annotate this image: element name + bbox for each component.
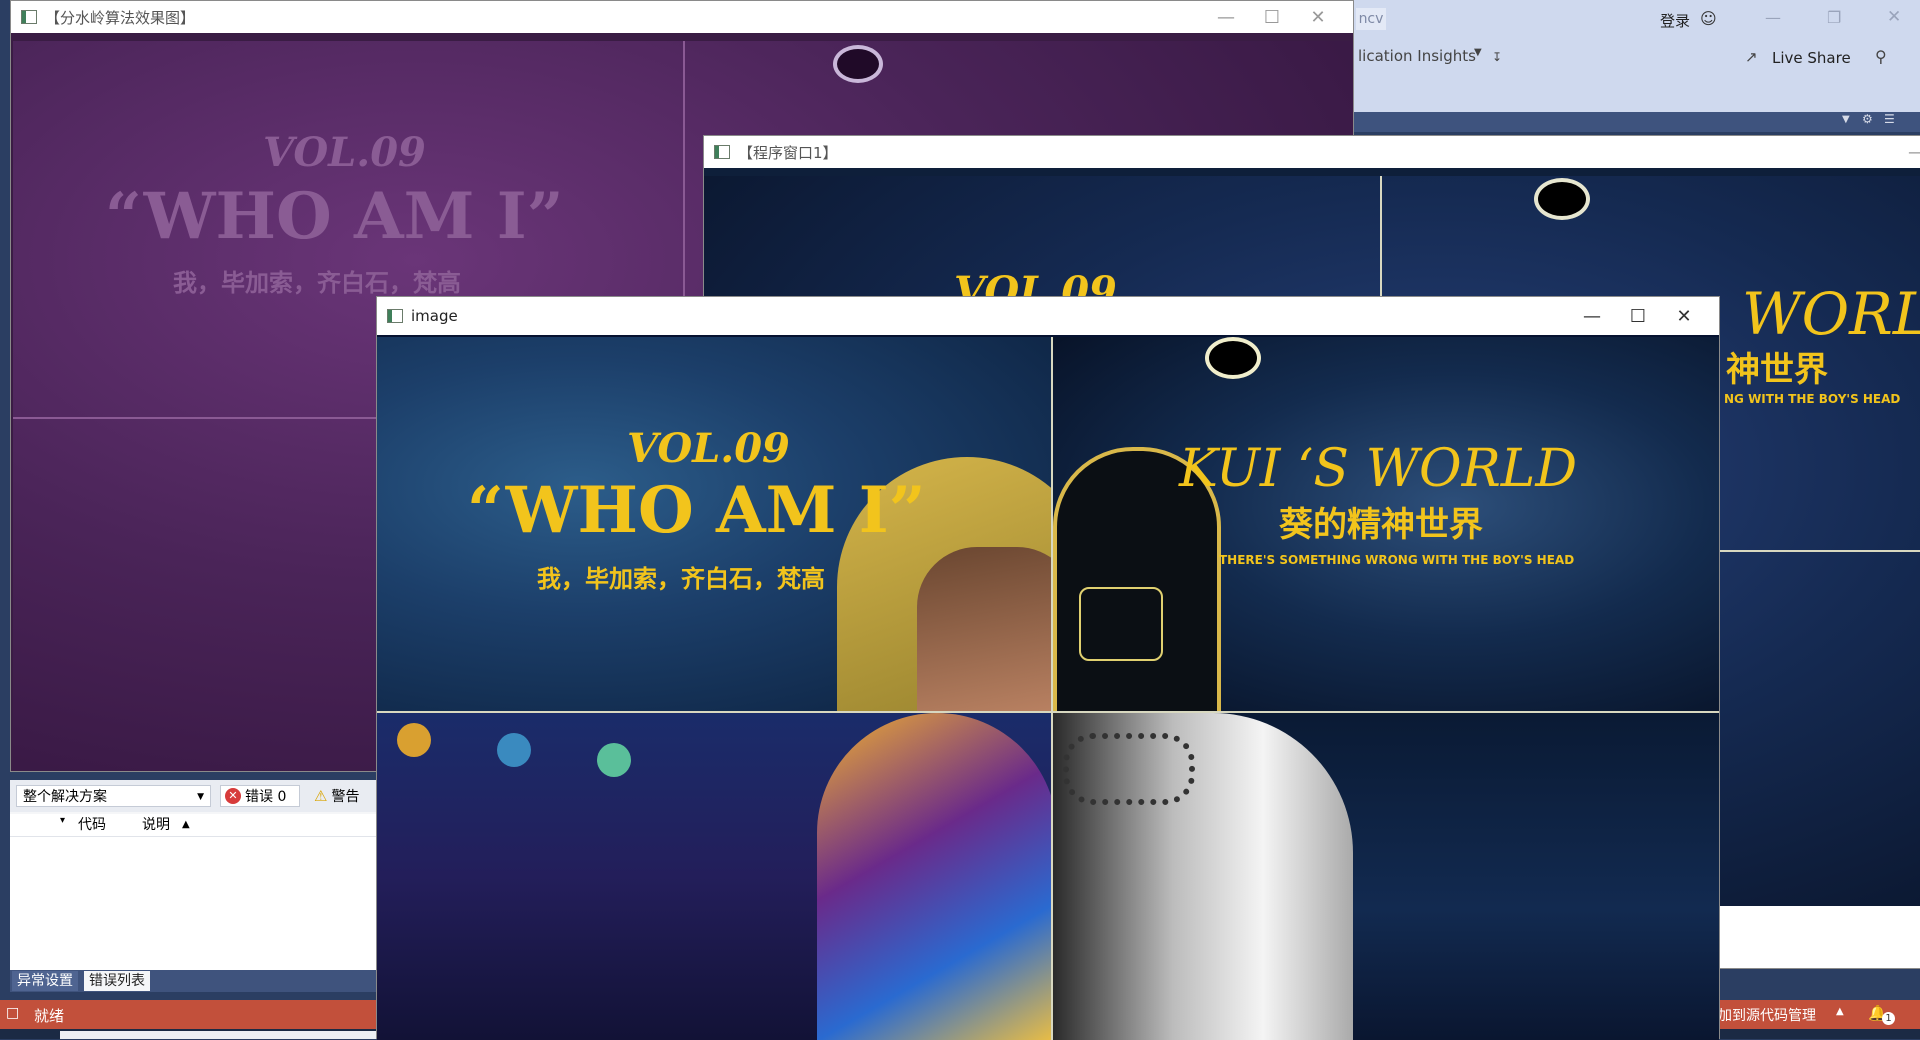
who-text: “WHO AM I” <box>467 473 926 548</box>
error-list-header: ▾ 代码 说明 ▲ <box>10 814 377 837</box>
gear-icon[interactable]: ⚙ <box>1862 112 1873 126</box>
restore-icon[interactable]: ❐ <box>1827 8 1841 27</box>
tab-exceptions[interactable]: 异常设置 <box>12 971 78 991</box>
window-title: image <box>411 307 458 325</box>
tag-partial-text: NG WITH THE BOY'S HEAD <box>1724 392 1901 406</box>
psychedelic-figure <box>817 713 1051 1040</box>
image-window[interactable]: image — ☐ ✕ VOL.09 “WHO AM I” 我，毕加索，齐白石，… <box>376 296 1720 1040</box>
moon-shape <box>1534 178 1590 220</box>
image-canvas: VOL.09 “WHO AM I” 我，毕加索，齐白石，梵高 KUI ‘S WO… <box>377 337 1719 1040</box>
filter-icon[interactable]: ▾ <box>60 810 65 832</box>
minimize-icon[interactable]: — <box>1765 8 1781 27</box>
grid-line <box>377 711 1719 713</box>
names-text: 我，毕加索，齐白石，梵高 <box>537 564 825 593</box>
login-link[interactable]: 登录 <box>1660 10 1690 31</box>
quadrant-bottom-left <box>377 713 1051 1040</box>
feedback-icon[interactable]: ☰ <box>1884 112 1895 126</box>
program-window-footer <box>1715 906 1920 968</box>
watershed-titlebar[interactable]: 【分水岭算法效果图】 — ☐ ✕ <box>11 1 1353 33</box>
chevron-down-icon[interactable]: ▼ <box>1474 47 1482 58</box>
col-desc[interactable]: 说明 <box>142 814 170 836</box>
error-list-tabs: 异常设置 错误列表 <box>10 970 377 992</box>
warning-icon: ⚠ <box>314 787 328 805</box>
image-titlebar[interactable]: image — ☐ ✕ <box>377 297 1719 335</box>
status-icon: □ <box>6 1005 20 1021</box>
mask-emblem <box>1079 587 1163 661</box>
pin-icon[interactable]: ⚲ <box>1875 47 1887 66</box>
col-code[interactable]: 代码 <box>78 814 106 836</box>
live-share-button[interactable]: Live Share <box>1772 49 1851 67</box>
errors-count: 错误 0 <box>245 789 287 805</box>
live-share-icon[interactable]: ↗ <box>1745 48 1758 66</box>
vs-tool-band: ▼ ⚙ ☰ <box>1340 112 1920 132</box>
app-icon <box>714 145 730 159</box>
warnings-filter-button[interactable]: ⚠ 警告 <box>310 785 377 807</box>
window-title: 【程序窗口1】 <box>738 143 838 162</box>
bead-shape <box>597 743 631 777</box>
vs-title-partial: ncv <box>1356 8 1386 30</box>
minimize-icon[interactable]: — <box>1203 2 1249 32</box>
bead-shape <box>497 733 531 767</box>
window-title: 【分水岭算法效果图】 <box>45 8 196 27</box>
moon-shape <box>1205 337 1261 379</box>
add-user-icon[interactable]: ☺ <box>1700 9 1717 28</box>
error-list-body <box>10 837 377 970</box>
sort-asc-icon: ▲ <box>182 819 190 830</box>
names-text: 我，毕加索，齐白石，梵高 <box>173 268 461 297</box>
minimize-icon[interactable]: — <box>1894 137 1920 167</box>
scope-select[interactable]: 整个解决方案 ▼ <box>16 785 211 807</box>
error-list-panel: 整个解决方案 ▼ ✕ 错误 0 ⚠ 警告 ▾ 代码 说明 ▲ <box>10 780 377 970</box>
face-shape <box>917 547 1051 711</box>
error-icon: ✕ <box>225 788 241 804</box>
world-partial-text: WORLD <box>1742 280 1920 348</box>
bead-shape <box>397 723 431 757</box>
close-icon[interactable]: ✕ <box>1661 301 1707 331</box>
who-text: “WHO AM I” <box>105 179 564 254</box>
kui-cn-text: 葵的精神世界 <box>1279 505 1483 545</box>
warnings-label: 警告 <box>331 789 360 805</box>
quadrant-top-right: KUI ‘S WORLD 葵的精神世界 THERE'S SOMETHING WR… <box>1053 337 1719 711</box>
chevron-down-icon: ▼ <box>197 792 204 802</box>
errors-filter-button[interactable]: ✕ 错误 0 <box>220 785 300 807</box>
bracelet-shape <box>1063 733 1195 805</box>
maximize-icon[interactable]: ☐ <box>1249 2 1295 32</box>
insights-menu[interactable]: lication Insights <box>1358 47 1476 65</box>
kui-title-text: KUI ‘S WORLD <box>1179 439 1578 499</box>
source-control-button[interactable]: 加到源代码管理 <box>1718 1005 1816 1025</box>
app-icon <box>21 10 37 24</box>
quadrant-bottom-right <box>1053 713 1719 1040</box>
app-icon <box>387 309 403 323</box>
program-titlebar[interactable]: 【程序窗口1】 — <box>704 136 1920 168</box>
grid-line <box>1051 337 1053 1040</box>
overflow-icon[interactable]: ↧ <box>1492 50 1502 64</box>
close-icon[interactable]: ✕ <box>1295 2 1341 32</box>
maximize-icon[interactable]: ☐ <box>1615 301 1661 331</box>
vol-text: VOL.09 <box>627 425 790 472</box>
vol-text: VOL.09 <box>263 129 426 176</box>
tab-errors[interactable]: 错误列表 <box>84 971 150 991</box>
quadrant-top-left: VOL.09 “WHO AM I” 我，毕加索，齐白石，梵高 <box>377 337 1051 711</box>
moon-shape <box>833 45 883 83</box>
tagline-text: THERE'S SOMETHING WRONG WITH THE BOY'S H… <box>1219 553 1575 567</box>
status-text: 就绪 <box>34 1007 65 1025</box>
dropdown-icon[interactable]: ▼ <box>1842 114 1850 125</box>
notification-badge: 1 <box>1882 1012 1895 1025</box>
minimize-icon[interactable]: — <box>1569 301 1615 331</box>
scope-select-value: 整个解决方案 <box>23 789 107 805</box>
chevron-up-icon[interactable]: ▲ <box>1836 1006 1844 1017</box>
cn-partial-text: 神世界 <box>1726 350 1828 390</box>
vs-title-area: ncv 登录 ☺ — ❐ ✕ lication Insights ▼ ↧ ↗ L… <box>1340 0 1920 112</box>
close-icon[interactable]: ✕ <box>1887 7 1901 27</box>
